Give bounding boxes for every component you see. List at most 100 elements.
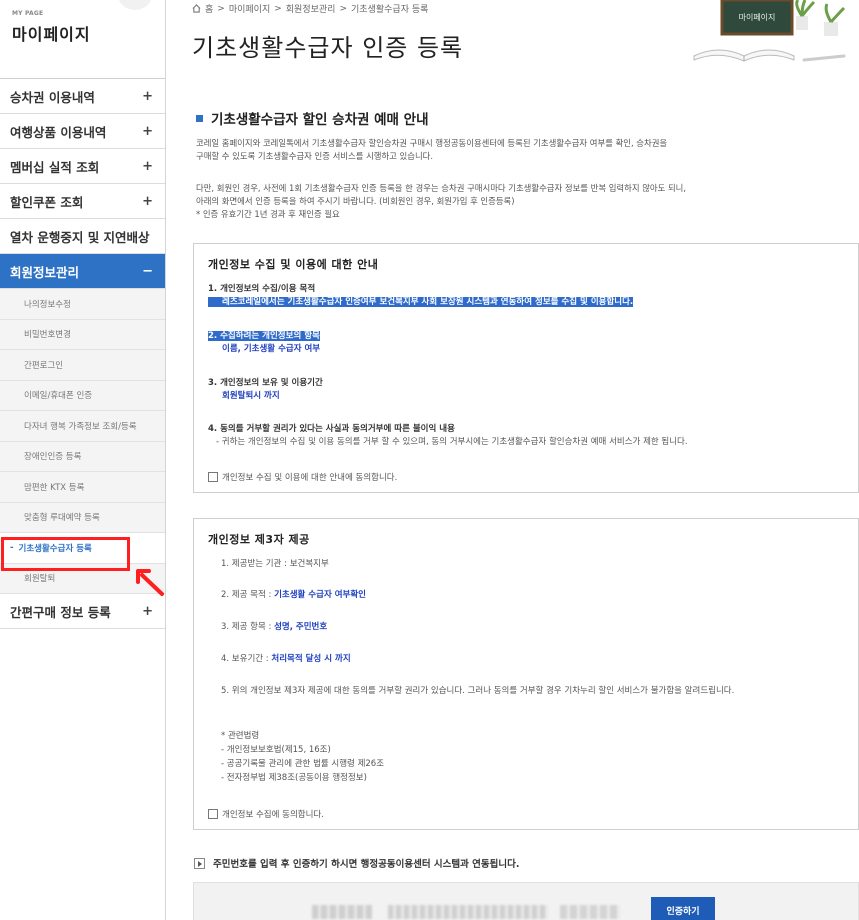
submenu-item-disability[interactable]: 장애인인증 등록 — [0, 442, 165, 472]
agree-label: 개인정보 수집 및 이용에 대한 안내에 동의합니다. — [222, 473, 398, 483]
privacy-item-4: 4. 동의를 거부할 권리가 있다는 사실과 동의거부에 따른 불이익 내용 -… — [208, 423, 688, 449]
provide-line-3: 3. 제공 항목 : 성명, 주민번호 — [221, 621, 327, 634]
sidebar-item-label: 할인쿠폰 조회 — [10, 194, 84, 210]
sidebar-item-ticket-history[interactable]: 승차권 이용내역 + — [0, 79, 165, 114]
sidebar-item-label: 열차 운행중지 및 지연배상 — [10, 229, 150, 245]
provide-value: 성명, 주민번호 — [274, 622, 328, 632]
submenu-item-email-phone-auth[interactable]: 이메일/휴대폰 인증 — [0, 381, 165, 411]
item-value: - 귀하는 개인정보의 수집 및 이용 동의를 거부 할 수 있으며, 동의 거… — [216, 437, 688, 447]
item-value: 이름, 기초생활 수급자 여부 — [222, 344, 321, 354]
sidebar-item-label: 여행상품 이용내역 — [10, 124, 107, 140]
provide-line-2: 2. 제공 목적 : 기초생활 수급자 여부확인 — [221, 589, 366, 602]
item-heading: 2. 수집하려는 개인정보의 항목 — [208, 331, 320, 341]
minus-icon: − — [142, 263, 153, 279]
agree-checkbox[interactable] — [208, 809, 218, 819]
breadcrumb-mypage[interactable]: 마이페이지 — [229, 2, 270, 15]
breadcrumb-current: 기초생활수급자 등록 — [351, 5, 429, 15]
provide-value: 기초생활 수급자 여부확인 — [274, 590, 367, 600]
law-line: * 관련법령 — [221, 731, 260, 741]
submenu-item-custom-reservation[interactable]: 맞춤형 루대예약 등록 — [0, 503, 165, 533]
resident-number-input-blurred[interactable] — [312, 905, 372, 919]
highlight-box — [1, 537, 130, 571]
blackboard-text: 마이페이지 — [739, 12, 776, 22]
law-line: - 개인정보보호법(제15, 16조) — [221, 745, 331, 755]
plus-icon: + — [142, 193, 153, 209]
intro-line: 아래의 화면에서 인증 등록을 하여 주시기 바랍니다. (비회원인 경우, 회… — [196, 196, 515, 206]
sidebar-item-label: 간편구매 정보 등록 — [10, 604, 111, 620]
sidebar-header: MY PAGE 마이페이지 — [0, 0, 165, 79]
provide-label: 4. 보유기간 : — [221, 654, 272, 664]
sidebar-item-travel-history[interactable]: 여행상품 이용내역 + — [0, 114, 165, 149]
intro-line: 다만, 회원인 경우, 사전에 1회 기초생활수급자 인증 등록을 한 경우는 … — [196, 183, 687, 193]
breadcrumb-member-info[interactable]: 회원정보관리 — [286, 2, 336, 15]
item-heading: 4. 동의를 거부할 권리가 있다는 사실과 동의거부에 따른 불이익 내용 — [208, 424, 455, 434]
speech-bubble-decoration — [118, 0, 152, 10]
intro-line: 구매할 수 있도록 기초생활수급자 인증 서비스를 시행하고 있습니다. — [196, 151, 434, 161]
provide-value: 보건복지부 — [289, 559, 329, 569]
section-title-text: 기초생활수급자 할인 승차권 예매 안내 — [211, 112, 429, 128]
agree-checkbox[interactable] — [208, 472, 218, 482]
home-icon[interactable] — [192, 4, 201, 13]
item-heading: 1. 개인정보의 수집/이용 목적 — [208, 284, 316, 294]
square-bullet-icon — [196, 114, 203, 122]
breadcrumb-home[interactable]: 홈 — [205, 2, 213, 15]
item-heading: 3. 개인정보의 보유 및 이용기간 — [208, 378, 323, 388]
provide-line-4: 4. 보유기간 : 처리목적 달성 시 까지 — [221, 653, 351, 666]
privacy-collection-box: 개인정보 수집 및 이용에 대한 안내 1. 개인정보의 수집/이용 목적 레츠… — [193, 243, 859, 493]
authenticate-button[interactable]: 인증하기 — [651, 897, 715, 920]
privacy-item-3: 3. 개인정보의 보유 및 이용기간 회원탈퇴시 까지 — [208, 377, 323, 403]
box-title: 개인정보 수집 및 이용에 대한 안내 — [208, 258, 379, 271]
intro-text: 코레일 홈페이지와 코레일톡에서 기초생활수급자 할인승차권 구매시 행정공동이… — [196, 137, 846, 221]
submenu-item-edit-info[interactable]: 나의정보수정 — [0, 289, 165, 320]
red-arrow-icon — [136, 569, 164, 596]
provide-label: 3. 제공 항목 : — [221, 622, 275, 632]
item-value: 레츠코레일에서는 기초생활수급자 인증여부 보건복지부 사회 보장원 시스템과 … — [208, 297, 634, 307]
sidebar-subtitle: MY PAGE — [12, 10, 44, 17]
breadcrumb-separator: > — [339, 3, 348, 14]
section-title: 기초생활수급자 할인 승차권 예매 안내 — [196, 108, 429, 128]
plus-icon: + — [142, 88, 153, 104]
privacy-item-2: 2. 수집하려는 개인정보의 항목 이름, 기초생활 수급자 여부 — [208, 330, 320, 356]
submenu-item-change-password[interactable]: 비밀번호변경 — [0, 320, 165, 350]
provide-value: 처리목적 달성 시 까지 — [271, 654, 351, 664]
plus-icon: + — [142, 603, 153, 619]
sidebar-item-member-info[interactable]: 회원정보관리 − — [0, 254, 165, 289]
submenu-item-simple-login[interactable]: 간편로그인 — [0, 350, 165, 381]
law-list: * 관련법령 - 개인정보보호법(제15, 16조) - 공공기록물 관리에 관… — [221, 729, 851, 785]
third-party-box: 개인정보 제3자 제공 1. 제공받는 기관 : 보건복지부 2. 제공 목적 … — [193, 518, 859, 830]
page-title: 기초생활수급자 인증 등록 — [192, 34, 464, 62]
agree-privacy-collection[interactable]: 개인정보 수집 및 이용에 대한 안내에 동의합니다. — [208, 471, 397, 483]
plus-icon: + — [142, 158, 153, 174]
item-value: 회원탈퇴시 까지 — [222, 391, 280, 401]
resident-number-input-blurred[interactable] — [388, 905, 548, 919]
blackboard-illustration: 마이페이지 — [693, 0, 846, 62]
law-line: - 공공기록물 관리에 관한 법률 시행령 제26조 — [221, 759, 385, 769]
sidebar-item-membership[interactable]: 멤버십 실적 조회 + — [0, 149, 165, 184]
breadcrumb: 홈 > 마이페이지 > 회원정보관리 > 기초생활수급자 등록 — [192, 2, 428, 15]
submenu-item-multi-child[interactable]: 다자녀 행복 가족정보 조회/등록 — [0, 411, 165, 442]
agree-third-party[interactable]: 개인정보 수집에 동의합니다. — [208, 808, 324, 820]
privacy-item-1: 1. 개인정보의 수집/이용 목적 레츠코레일에서는 기초생활수급자 인증여부 … — [208, 283, 634, 309]
sidebar-item-coupon[interactable]: 할인쿠폰 조회 + — [0, 184, 165, 219]
box-title: 개인정보 제3자 제공 — [208, 533, 310, 546]
sidebar-item-label: 멤버십 실적 조회 — [10, 159, 100, 175]
main-content: 홈 > 마이페이지 > 회원정보관리 > 기초생활수급자 등록 기초생활수급자 … — [166, 0, 859, 920]
sidebar-title: 마이페이지 — [12, 25, 91, 44]
submenu-item-mom-ktx[interactable]: 맘편한 KTX 등록 — [0, 472, 165, 503]
info-notice: 주민번호를 입력 후 인증하기 하시면 행정공동이용센터 시스템과 연동됩니다. — [194, 856, 519, 870]
agree-label: 개인정보 수집에 동의합니다. — [222, 810, 324, 820]
intro-line: * 인증 유효기간 1년 경과 후 재인증 필요 — [196, 209, 340, 219]
sidebar-item-delay-compensation[interactable]: 열차 운행중지 및 지연배상 — [0, 219, 165, 254]
breadcrumb-separator: > — [217, 3, 225, 14]
sidebar-item-quick-purchase[interactable]: 간편구매 정보 등록 + — [0, 594, 165, 629]
arrow-right-icon — [194, 857, 205, 869]
law-line: - 전자정부법 제38조(공동이용 행정정보) — [221, 773, 367, 783]
provide-line-5: 5. 위의 개인정보 제3자 제공에 대한 동의를 거부할 권리가 있습니다. … — [221, 686, 735, 696]
intro-line: 코레일 홈페이지와 코레일톡에서 기초생활수급자 할인승차권 구매시 행정공동이… — [196, 138, 668, 148]
auth-form: 인증하기 — [193, 882, 859, 920]
resident-number-input-blurred[interactable] — [560, 905, 620, 919]
provide-label: 1. 제공받는 기관 : — [221, 559, 290, 569]
sidebar-item-label: 승차권 이용내역 — [10, 89, 95, 105]
provide-label: 2. 제공 목적 : — [221, 590, 275, 600]
provide-line-1: 1. 제공받는 기관 : 보건복지부 — [221, 558, 329, 571]
